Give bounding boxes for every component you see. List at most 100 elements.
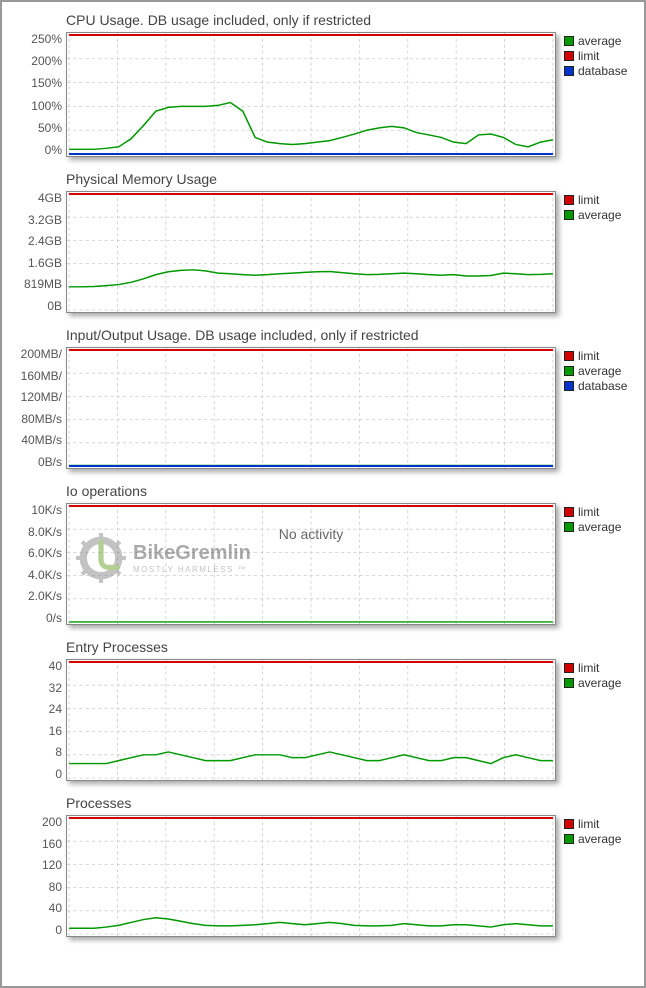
y-axis: 10K/s8.0K/s6.0K/s4.0K/s2.0K/s0/s <box>8 503 66 625</box>
legend-label: average <box>578 364 621 378</box>
chart-1: Physical Memory Usage4GB3.2GB2.4GB1.6GB8… <box>8 171 632 313</box>
legend-label: limit <box>578 817 599 831</box>
legend-swatch-icon <box>564 210 574 220</box>
legend: limitaveragedatabase <box>556 327 632 469</box>
legend-item-limit: limit <box>564 661 632 675</box>
y-tick-label: 8 <box>55 745 62 759</box>
legend-item-limit: limit <box>564 505 632 519</box>
legend-item-average: average <box>564 520 632 534</box>
y-tick-label: 200 <box>42 815 62 829</box>
legend-swatch-icon <box>564 351 574 361</box>
y-tick-label: 16 <box>49 724 62 738</box>
legend-item-limit: limit <box>564 193 632 207</box>
legend-swatch-icon <box>564 36 574 46</box>
y-tick-label: 0B/s <box>38 455 62 469</box>
y-tick-label: 40 <box>49 659 62 673</box>
chart-5: Processes 200 160 120 80 40 0 limitaverage <box>8 795 632 937</box>
y-tick-label: 120 <box>42 858 62 872</box>
y-axis: 40 32 24 16 8 0 <box>8 659 66 781</box>
legend-label: average <box>578 832 621 846</box>
y-tick-label: 0B <box>47 299 62 313</box>
y-tick-label: 0/s <box>46 611 62 625</box>
legend-label: limit <box>578 349 599 363</box>
legend-label: database <box>578 64 627 78</box>
legend-item-average: average <box>564 676 632 690</box>
legend: limitaverage <box>556 483 632 625</box>
y-tick-label: 8.0K/s <box>28 525 62 539</box>
legend-swatch-icon <box>564 522 574 532</box>
chart-title: CPU Usage. DB usage included, only if re… <box>66 12 556 28</box>
y-tick-label: 2.4GB <box>28 234 62 248</box>
legend-swatch-icon <box>564 66 574 76</box>
y-tick-label: 200MB/ <box>21 347 62 361</box>
y-tick-label: 0% <box>45 143 62 157</box>
y-tick-label: 4GB <box>38 191 62 205</box>
plot-area: No activityBikeGremlinMOSTLY HARMLESS ™ <box>66 503 556 625</box>
legend-item-database: database <box>564 64 632 78</box>
chart-title: Io operations <box>66 483 556 499</box>
legend-label: limit <box>578 661 599 675</box>
y-tick-label: 150% <box>31 76 62 90</box>
legend-item-average: average <box>564 364 632 378</box>
y-axis: 4GB 3.2GB 2.4GB 1.6GB 819MB 0B <box>8 191 66 313</box>
plot-area <box>66 815 556 937</box>
y-axis: 200 160 120 80 40 0 <box>8 815 66 937</box>
y-axis: 200MB/160MB/120MB/80MB/s40MB/s0B/s <box>8 347 66 469</box>
y-tick-label: 819MB <box>24 277 62 291</box>
legend-item-limit: limit <box>564 49 632 63</box>
legend-item-limit: limit <box>564 817 632 831</box>
y-tick-label: 160MB/ <box>21 369 62 383</box>
legend-label: limit <box>578 505 599 519</box>
chart-2: Input/Output Usage. DB usage included, o… <box>8 327 632 469</box>
chart-3: Io operations10K/s8.0K/s6.0K/s4.0K/s2.0K… <box>8 483 632 625</box>
chart-title: Processes <box>66 795 556 811</box>
legend-swatch-icon <box>564 195 574 205</box>
y-tick-label: 32 <box>49 681 62 695</box>
legend-label: limit <box>578 193 599 207</box>
y-tick-label: 0 <box>55 767 62 781</box>
y-tick-label: 1.6GB <box>28 256 62 270</box>
legend-swatch-icon <box>564 507 574 517</box>
legend-item-database: database <box>564 379 632 393</box>
legend-label: average <box>578 520 621 534</box>
y-tick-label: 250% <box>31 32 62 46</box>
legend-item-average: average <box>564 208 632 222</box>
legend: averagelimitdatabase <box>556 12 632 157</box>
legend-label: limit <box>578 49 599 63</box>
legend-swatch-icon <box>564 663 574 673</box>
series-line-average <box>69 103 553 150</box>
legend-swatch-icon <box>564 381 574 391</box>
legend-swatch-icon <box>564 678 574 688</box>
chart-4: Entry Processes 40 32 24 16 8 0 limitaverage <box>8 639 632 781</box>
plot-area <box>66 32 556 157</box>
legend-label: average <box>578 676 621 690</box>
legend-swatch-icon <box>564 51 574 61</box>
y-tick-label: 160 <box>42 837 62 851</box>
y-axis: 250%200%150%100%50%0% <box>8 32 66 157</box>
legend-item-average: average <box>564 34 632 48</box>
chart-0: CPU Usage. DB usage included, only if re… <box>8 12 632 157</box>
y-tick-label: 100% <box>31 99 62 113</box>
legend-label: average <box>578 208 621 222</box>
y-tick-label: 24 <box>49 702 62 716</box>
y-tick-label: 2.0K/s <box>28 589 62 603</box>
legend: limitaverage <box>556 795 632 937</box>
plot-area <box>66 347 556 469</box>
legend-item-average: average <box>564 832 632 846</box>
legend-label: average <box>578 34 621 48</box>
y-tick-label: 40 <box>49 901 62 915</box>
y-tick-label: 80 <box>49 880 62 894</box>
legend-item-limit: limit <box>564 349 632 363</box>
y-tick-label: 80MB/s <box>21 412 62 426</box>
y-tick-label: 3.2GB <box>28 213 62 227</box>
y-tick-label: 0 <box>55 923 62 937</box>
legend-swatch-icon <box>564 366 574 376</box>
y-tick-label: 40MB/s <box>21 433 62 447</box>
y-tick-label: 200% <box>31 54 62 68</box>
chart-title: Entry Processes <box>66 639 556 655</box>
series-line-average <box>69 270 553 287</box>
y-tick-label: 10K/s <box>31 503 62 517</box>
legend: limitaverage <box>556 639 632 781</box>
legend: limitaverage <box>556 171 632 313</box>
legend-swatch-icon <box>564 819 574 829</box>
